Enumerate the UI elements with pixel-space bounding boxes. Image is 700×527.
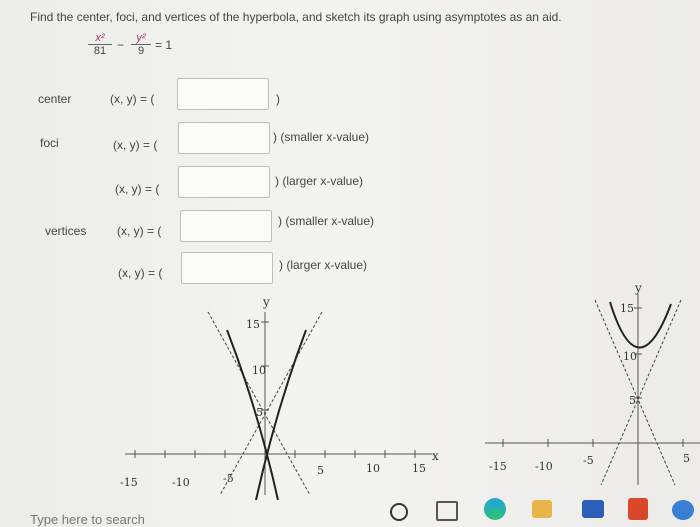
row-suffix: ) (smaller x-value) [273,130,370,144]
xy-prefix: (x, y) = ( [117,224,162,238]
y-axis-label: y [262,295,270,309]
x-tick-label: -5 [583,454,594,467]
equation-term1: x² 81 [88,32,112,57]
vertices-larger-input[interactable] [181,252,273,284]
equation-minus: − [117,38,125,52]
y-tick-label: 5 [629,394,636,407]
term2-denominator: 9 [137,45,145,57]
row-suffix: ) [276,92,280,106]
equation-term2: y² 9 [131,32,151,57]
row-suffix: ) (smaller x-value) [278,214,375,228]
y-tick-label: 15 [246,318,260,331]
term1-denominator: 81 [93,45,107,57]
cortana-icon[interactable] [390,503,408,521]
equation-rhs: = 1 [155,38,173,52]
graph-option-left[interactable]: y x -15 -10 -5 5 10 15 15 10 5 [110,290,450,500]
row-label-foci: foci [40,136,59,150]
xy-prefix: (x, y) = ( [118,266,163,280]
file-explorer-icon[interactable] [532,500,552,518]
x-tick-label: 5 [317,464,324,477]
problem-instruction: Find the center, foci, and vertices of t… [30,10,562,24]
row-suffix: ) (larger x-value) [275,174,364,188]
asymptote [600,299,682,486]
term1-numerator: x² [88,32,112,45]
xy-prefix: (x, y) = ( [115,182,160,196]
foci-larger-input[interactable] [178,166,270,198]
x-tick-label: -10 [172,476,190,489]
y-tick-label: 15 [620,302,634,315]
xy-prefix: (x, y) = ( [110,92,155,106]
taskbar-search[interactable]: Type here to search [30,512,145,527]
graph-option-right[interactable]: y -15 -10 -5 5 15 10 5 [475,280,700,490]
edge-icon[interactable] [484,498,506,520]
row-suffix: ) (larger x-value) [279,258,368,272]
y-tick-label: 10 [623,350,637,363]
center-input[interactable] [177,78,269,110]
foci-smaller-input[interactable] [178,122,270,154]
store-icon[interactable] [672,500,694,520]
x-tick-label: 15 [412,462,426,475]
xy-prefix: (x, y) = ( [113,138,158,152]
x-tick-label: -10 [535,460,553,473]
term2-numerator: y² [131,32,151,45]
hyperbola-branch-left [226,329,279,500]
vertices-smaller-input[interactable] [180,210,272,242]
row-label-center: center [38,92,72,106]
x-tick-label: 10 [366,462,380,475]
task-view-icon[interactable] [436,501,458,521]
x-tick-label: 5 [683,452,690,465]
x-tick-label: -15 [120,476,138,489]
asymptote [594,299,676,486]
office-icon[interactable] [628,498,648,520]
row-label-vertices: vertices [45,224,87,238]
y-axis-label: y [634,281,642,295]
mail-icon[interactable] [582,500,604,518]
x-axis-label: x [432,449,439,463]
asymptote [207,311,311,496]
x-tick-label: -15 [489,460,507,473]
